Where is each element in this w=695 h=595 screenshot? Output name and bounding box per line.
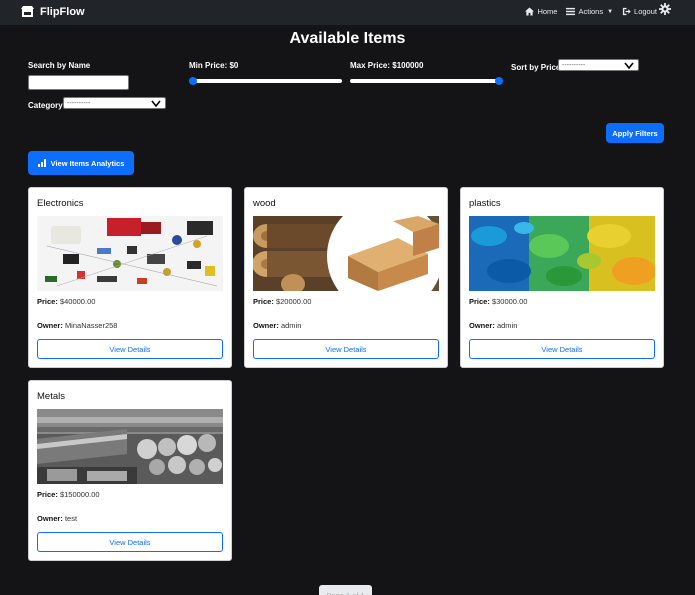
- view-analytics-button[interactable]: View Items Analytics: [28, 151, 134, 175]
- max-price-slider-thumb[interactable]: [495, 77, 503, 85]
- nav-home[interactable]: Home: [525, 7, 557, 16]
- item-price: Price: $30000.00: [469, 297, 527, 306]
- item-title: plastics: [469, 198, 501, 209]
- logout-icon: [622, 7, 631, 16]
- store-icon: [21, 6, 34, 17]
- search-input[interactable]: [28, 75, 129, 90]
- page-title: Available Items: [289, 30, 406, 47]
- min-price-track[interactable]: [190, 79, 342, 83]
- navbar: FlipFlow Home Actions ▼ Logout: [0, 0, 695, 25]
- item-price: Price: $40000.00: [37, 297, 95, 306]
- menu-icon: [566, 7, 576, 16]
- item-owner: Owner: test: [37, 514, 77, 523]
- nav-logout[interactable]: Logout: [622, 7, 657, 16]
- item-card: Electronics Price: $40000.00 Owner: Mina…: [28, 187, 232, 368]
- search-label: Search by Name: [28, 61, 91, 70]
- price-value: $40000.00: [59, 297, 96, 306]
- view-details-button[interactable]: View Details: [37, 339, 223, 359]
- item-title: wood: [253, 198, 276, 209]
- price-value: $30000.00: [491, 297, 528, 306]
- item-price: Price: $150000.00: [37, 490, 100, 499]
- item-owner: Owner: admin: [469, 321, 517, 330]
- nav-logout-label: Logout: [634, 7, 657, 16]
- view-analytics-label: View Items Analytics: [50, 158, 125, 168]
- max-price-label: Max Price: $100000: [350, 61, 424, 70]
- owner-label: Owner:: [469, 321, 495, 330]
- item-image-plastics: [469, 216, 655, 291]
- price-label: Price:: [253, 297, 274, 306]
- owner-label: Owner:: [37, 321, 63, 330]
- price-label: Price:: [469, 297, 490, 306]
- item-image-metals: [37, 409, 223, 484]
- item-title: Metals: [37, 391, 65, 402]
- chevron-down-icon: [151, 100, 161, 108]
- caret-down-icon: ▼: [607, 8, 614, 15]
- min-price-label: Min Price: $0: [189, 61, 239, 70]
- brand[interactable]: FlipFlow: [21, 6, 85, 18]
- max-price-track[interactable]: [350, 79, 502, 83]
- item-card: wood Price: $20000.00 Owner: admin View …: [244, 187, 448, 368]
- price-label: Price:: [37, 297, 58, 306]
- nav-actions-dropdown[interactable]: Actions ▼: [566, 7, 613, 16]
- item-title: Electronics: [37, 198, 84, 209]
- category-select[interactable]: ----------: [63, 97, 166, 109]
- owner-value: test: [64, 514, 78, 523]
- item-card: plastics Price: $30000.00 Owner: admin V…: [460, 187, 664, 368]
- view-details-button[interactable]: View Details: [469, 339, 655, 359]
- view-details-button[interactable]: View Details: [253, 339, 439, 359]
- owner-value: MinaNasser258: [64, 321, 118, 330]
- item-image-electronics: [37, 216, 223, 291]
- min-price-slider-thumb[interactable]: [189, 77, 197, 85]
- price-value: $150000.00: [59, 490, 100, 499]
- owner-label: Owner:: [37, 514, 63, 523]
- item-image-wood: [253, 216, 439, 291]
- owner-value: admin: [280, 321, 302, 330]
- pagination: Page 1 of 1: [319, 585, 372, 595]
- owner-value: admin: [496, 321, 518, 330]
- view-details-button[interactable]: View Details: [37, 532, 223, 552]
- sort-select-value: ----------: [562, 61, 586, 69]
- apply-filters-button[interactable]: Apply Filters: [606, 123, 664, 143]
- nav-home-label: Home: [537, 7, 558, 16]
- bar-chart-icon: [37, 159, 46, 167]
- price-label: Price:: [37, 490, 58, 499]
- brand-name: FlipFlow: [40, 6, 85, 18]
- price-value: $20000.00: [275, 297, 312, 306]
- category-select-value: ----------: [67, 99, 91, 107]
- category-label: Category: [28, 101, 63, 110]
- home-icon: [525, 7, 535, 16]
- item-price: Price: $20000.00: [253, 297, 311, 306]
- nav-actions-label: Actions: [578, 7, 604, 16]
- theme-toggle-icon[interactable]: [659, 3, 671, 15]
- item-card: Metals Price: $150000.00 Owner: test Vie…: [28, 380, 232, 561]
- sort-select[interactable]: ----------: [558, 59, 639, 71]
- sort-label: Sort by Price: [511, 63, 561, 72]
- item-owner: Owner: MinaNasser258: [37, 321, 117, 330]
- owner-label: Owner:: [253, 321, 279, 330]
- item-owner: Owner: admin: [253, 321, 301, 330]
- chevron-down-icon: [624, 62, 634, 70]
